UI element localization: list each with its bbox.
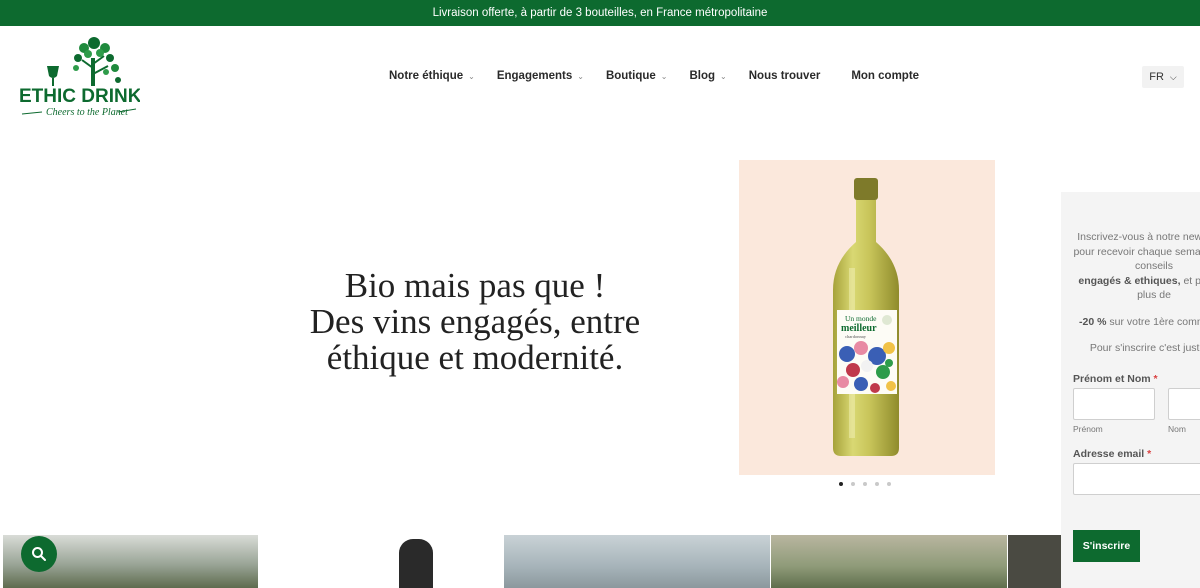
main-nav: Notre éthique ⌄ Engagements ⌄ Boutique ⌄… [389, 70, 941, 82]
email-input[interactable] [1073, 463, 1200, 495]
chevron-down-icon: ⌄ [468, 71, 475, 81]
newsletter-cta-text: Pour s'inscrire c'est juste ici [1089, 342, 1200, 354]
subscribe-button[interactable]: S'inscrire [1073, 530, 1140, 562]
logo-tagline: Cheers to the Planet [46, 107, 128, 118]
nav-item-label: Boutique [605, 70, 656, 82]
bottle-label-line-3: chardonnay [845, 334, 867, 339]
required-mark: * [1147, 448, 1152, 460]
announcement-text: Livraison offerte, à partir de 3 bouteil… [432, 7, 768, 19]
newsletter-intro-line: engagés & ethiques, et profitez [1069, 274, 1200, 289]
first-name-sublabel: Prénom [1073, 424, 1103, 434]
logo-brand-text: ETHIC DRINKS [19, 86, 140, 107]
last-name-input[interactable] [1168, 388, 1200, 420]
name-label-text: Prénom et Nom [1073, 373, 1151, 385]
nav-item-mon-compte[interactable]: Mon compte [851, 70, 919, 82]
newsletter-intro: Inscrivez-vous à notre newsletter pour r… [1069, 230, 1200, 356]
newsletter-intro-tail: et profitez [1183, 274, 1200, 287]
slider-dot[interactable] [875, 482, 879, 486]
newsletter-discount: -20 % sur votre 1ère commande [1069, 315, 1200, 330]
newsletter-intro-line: plus de [1137, 289, 1171, 301]
hero-slide[interactable]: Un monde meilleur chardonnay [739, 160, 995, 475]
nav-item-boutique[interactable]: Boutique ⌄ [606, 70, 668, 82]
slider-dot[interactable] [851, 482, 855, 486]
newsletter-panel: Inscrivez-vous à notre newsletter pour r… [1061, 192, 1200, 588]
search-icon [32, 547, 46, 561]
first-name-input[interactable] [1073, 388, 1155, 420]
chevron-down-icon: ⌄ [720, 71, 727, 81]
gallery-image[interactable] [259, 535, 503, 588]
slider-dot[interactable] [863, 482, 867, 486]
hero-line-2: Des vins engagés, entre [309, 302, 641, 341]
language-value: FR [1149, 71, 1164, 83]
bottle-label-line-2: meilleur [841, 323, 877, 334]
bottle-label-line-1: Un monde [845, 314, 877, 323]
hero-line-1: Bio mais pas que ! [344, 266, 606, 305]
announcement-bar: Livraison offerte, à partir de 3 bouteil… [0, 0, 1200, 26]
newsletter-discount-rest: sur votre 1ère commande [1109, 315, 1200, 328]
hero-heading: Bio mais pas que ! Des vins engagés, ent… [240, 268, 710, 376]
required-mark: * [1153, 373, 1158, 385]
slider-dot[interactable] [839, 482, 843, 486]
gallery-image[interactable] [1008, 535, 1061, 588]
nav-item-label: Notre éthique [389, 70, 464, 82]
nav-item-engagements[interactable]: Engagements ⌄ [497, 70, 584, 82]
wine-bottle-image: Un monde meilleur chardonnay [833, 178, 899, 456]
chevron-down-icon: ⌵ [1169, 71, 1177, 82]
newsletter-intro-line: pour recevoir chaque semaine nos [1073, 245, 1200, 258]
gallery-image[interactable] [504, 535, 770, 588]
logo[interactable]: ETHIC DRINKS Cheers to the Planet [18, 36, 140, 120]
hero-line-3: éthique et modernité. [326, 338, 624, 377]
nav-item-label: Nous trouver [748, 70, 821, 82]
nav-item-label: Engagements [496, 70, 573, 82]
nav-item-label: Mon compte [851, 70, 920, 82]
slider-dots [839, 482, 899, 486]
search-button[interactable] [21, 536, 57, 572]
newsletter-discount-bold: -20 % [1079, 315, 1107, 328]
logo-image: ETHIC DRINKS Cheers to the Planet [19, 37, 140, 118]
email-label: Adresse email * [1073, 448, 1151, 460]
email-label-text: Adresse email [1073, 448, 1145, 460]
nav-item-label: Blog [689, 70, 716, 82]
chevron-down-icon: ⌄ [660, 71, 668, 81]
language-selector[interactable]: FR ⌵ [1142, 66, 1184, 88]
image-gallery-strip [3, 535, 1061, 588]
newsletter-intro-bold: engagés & ethiques, [1078, 274, 1181, 287]
nav-item-nous-trouver[interactable]: Nous trouver [749, 70, 821, 82]
nav-item-notre-ethique[interactable]: Notre éthique ⌄ [389, 70, 475, 82]
newsletter-intro-line: Inscrivez-vous à notre newsletter [1077, 231, 1200, 243]
name-label: Prénom et Nom * [1073, 373, 1158, 385]
nav-item-blog[interactable]: Blog ⌄ [689, 70, 726, 82]
chevron-down-icon: ⌄ [577, 71, 584, 81]
slider-dot[interactable] [887, 482, 891, 486]
newsletter-intro-line: conseils [1135, 260, 1173, 272]
last-name-sublabel: Nom [1168, 424, 1186, 434]
gallery-image[interactable] [771, 535, 1007, 588]
